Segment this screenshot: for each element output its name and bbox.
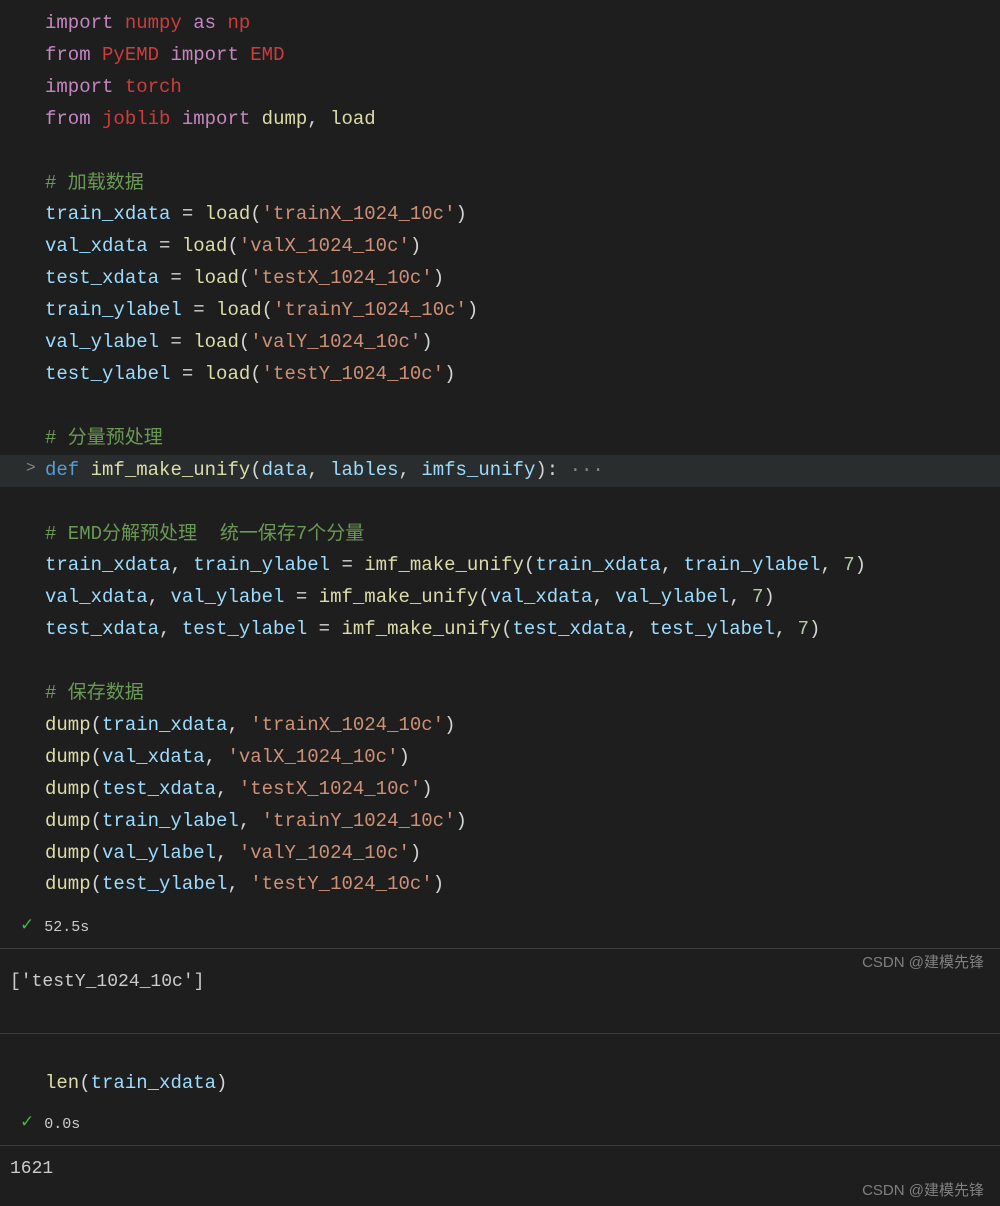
code-line: len(train_xdata)	[45, 1068, 1000, 1100]
fold-chevron-icon[interactable]: >	[26, 455, 36, 482]
code-line: train_xdata, train_ylabel = imf_make_uni…	[45, 550, 1000, 582]
code-line: val_ylabel = load('valY_1024_10c')	[45, 327, 1000, 359]
name-dump: dump	[262, 108, 308, 130]
code-line: test_xdata, test_ylabel = imf_make_unify…	[45, 614, 1000, 646]
comment-emd: # EMD分解预处理 统一保存7个分量	[45, 519, 1000, 551]
keyword-from: from	[45, 44, 91, 66]
code-line: import torch	[45, 72, 1000, 104]
blank-line	[45, 391, 1000, 423]
code-cell-1[interactable]: import numpy as np from PyEMD import EMD…	[0, 0, 1000, 909]
check-icon: ✓	[20, 913, 34, 942]
output-text-2: 1621	[10, 1159, 53, 1179]
check-icon: ✓	[20, 1110, 34, 1139]
exec-time-1: 52.5s	[44, 915, 89, 940]
module-joblib: joblib	[102, 108, 170, 130]
code-cell-2[interactable]: len(train_xdata)	[0, 1034, 1000, 1106]
code-line: dump(val_ylabel, 'valY_1024_10c')	[45, 838, 1000, 870]
blank-line	[45, 646, 1000, 678]
code-line: test_xdata = load('testX_1024_10c')	[45, 263, 1000, 295]
keyword-import: import	[45, 12, 113, 34]
code-line: dump(train_xdata, 'trainX_1024_10c')	[45, 710, 1000, 742]
folded-def-line[interactable]: >def imf_make_unify(data, lables, imfs_u…	[0, 455, 1000, 487]
blank-line	[45, 136, 1000, 168]
code-line: test_ylabel = load('testY_1024_10c')	[45, 359, 1000, 391]
comment-load-data: # 加载数据	[45, 168, 1000, 200]
watermark: CSDN @建模先锋	[862, 950, 984, 975]
code-line: dump(val_xdata, 'valX_1024_10c')	[45, 742, 1000, 774]
output-text-1: ['testY_1024_10c']	[10, 972, 204, 992]
comment-save: # 保存数据	[45, 678, 1000, 710]
fold-ellipsis-icon: ···	[558, 459, 604, 481]
module-torch: torch	[125, 76, 182, 98]
name-emd: EMD	[250, 44, 284, 66]
code-line: dump(test_xdata, 'testX_1024_10c')	[45, 774, 1000, 806]
func-name: imf_make_unify	[91, 459, 251, 481]
alias-np: np	[227, 12, 250, 34]
code-line: train_xdata = load('trainX_1024_10c')	[45, 199, 1000, 231]
code-line: train_ylabel = load('trainY_1024_10c')	[45, 295, 1000, 327]
output-cell-1: ['testY_1024_10c'] CSDN @建模先锋	[0, 948, 1000, 1033]
exec-time-2: 0.0s	[44, 1112, 80, 1137]
keyword-def: def	[45, 459, 79, 481]
keyword-import: import	[45, 76, 113, 98]
code-line: val_xdata, val_ylabel = imf_make_unify(v…	[45, 582, 1000, 614]
execution-status-1: ✓ 52.5s	[0, 909, 1000, 948]
code-line: import numpy as np	[45, 8, 1000, 40]
module-pyemd: PyEMD	[102, 44, 159, 66]
code-line: from joblib import dump, load	[45, 104, 1000, 136]
blank-line	[45, 487, 1000, 519]
code-line: val_xdata = load('valX_1024_10c')	[45, 231, 1000, 263]
output-cell-2: 1621 CSDN @建模先锋	[0, 1145, 1000, 1196]
execution-status-2: ✓ 0.0s	[0, 1106, 1000, 1145]
comment-preprocess: # 分量预处理	[45, 423, 1000, 455]
keyword-as: as	[193, 12, 216, 34]
name-load: load	[330, 108, 376, 130]
watermark: CSDN @建模先锋	[862, 1178, 984, 1203]
code-line: dump(test_ylabel, 'testY_1024_10c')	[45, 869, 1000, 901]
module-numpy: numpy	[125, 12, 182, 34]
code-line: dump(train_ylabel, 'trainY_1024_10c')	[45, 806, 1000, 838]
keyword-from: from	[45, 108, 91, 130]
code-line: from PyEMD import EMD	[45, 40, 1000, 72]
keyword-import: import	[182, 108, 250, 130]
keyword-import: import	[170, 44, 238, 66]
